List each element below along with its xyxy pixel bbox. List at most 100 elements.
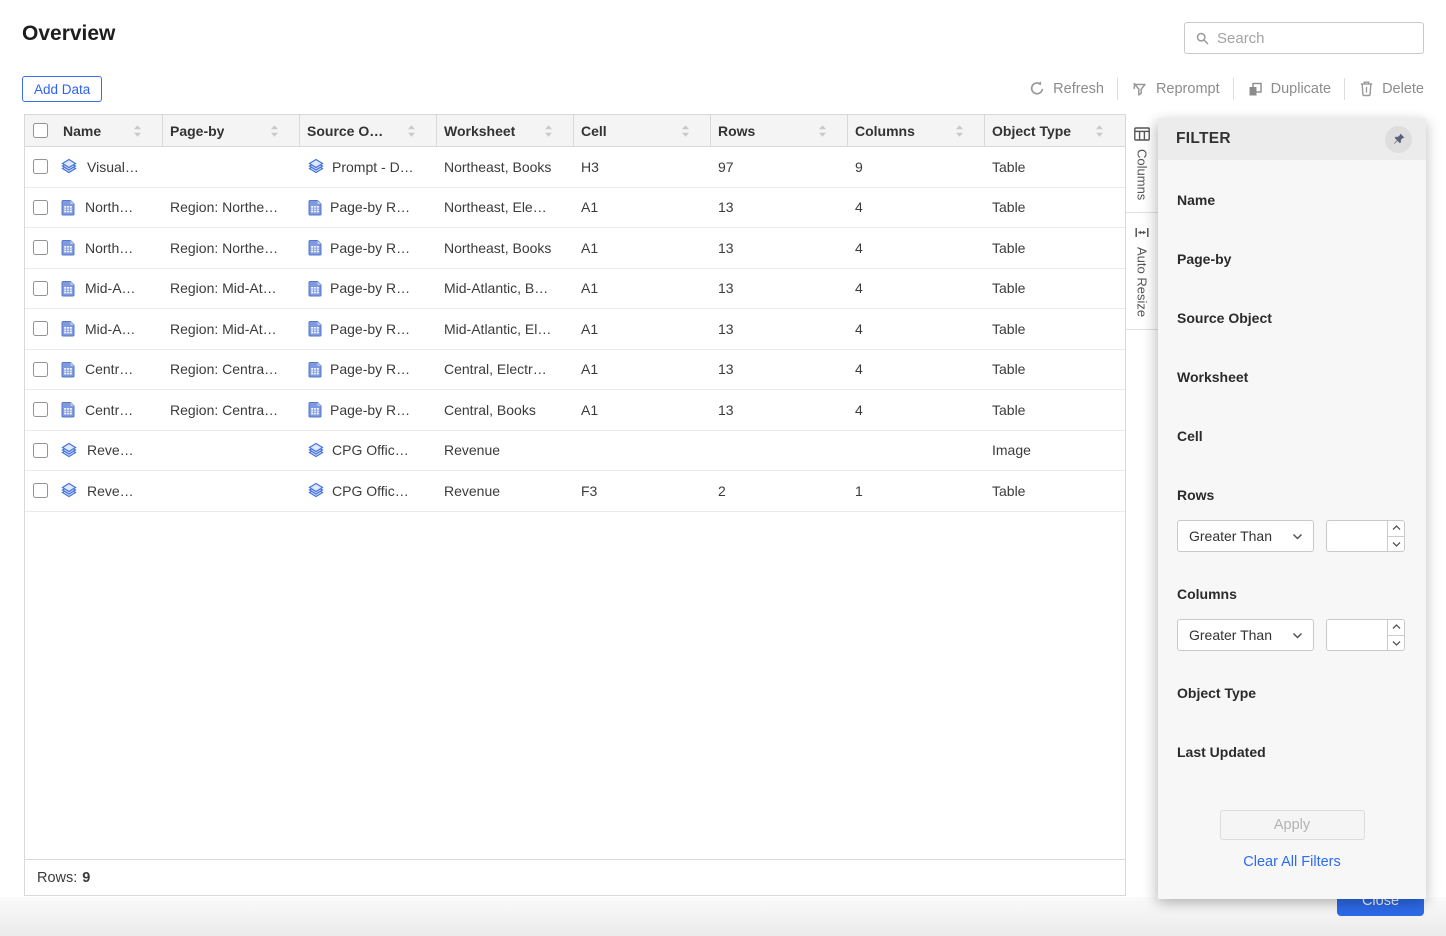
chevron-down-icon <box>1292 533 1303 540</box>
toolbar-separator <box>1233 78 1234 100</box>
search-box[interactable] <box>1184 22 1424 54</box>
side-tab-auto-resize[interactable]: Auto Resize <box>1126 213 1158 330</box>
column-header-source-o[interactable]: Source O… <box>300 115 437 146</box>
column-header-name[interactable]: Name <box>56 115 163 146</box>
pin-button[interactable] <box>1385 126 1412 153</box>
columns-value-spinner <box>1326 619 1405 651</box>
column-header-cell[interactable]: Cell <box>574 115 711 146</box>
rows-spin-down-icon[interactable] <box>1388 537 1404 552</box>
dossier-icon <box>307 442 325 459</box>
dossier-icon <box>60 482 78 499</box>
row-checkbox[interactable] <box>33 281 48 296</box>
filter-section-last-updated[interactable]: Last Updated <box>1177 744 1407 761</box>
cell-name: Mid-A… <box>56 320 163 337</box>
add-data-button[interactable]: Add Data <box>22 76 102 102</box>
row-checkbox[interactable] <box>33 240 48 255</box>
apply-button[interactable]: Apply <box>1220 810 1365 840</box>
row-checkbox[interactable] <box>33 483 48 498</box>
filter-section-object-type[interactable]: Object Type <box>1177 685 1407 702</box>
cell-rows: 13 <box>711 402 848 418</box>
cell-rows-text: 13 <box>718 199 734 215</box>
filter-section-page-by[interactable]: Page-by <box>1177 251 1407 268</box>
cell-cell-text: F3 <box>581 483 597 499</box>
table-row[interactable]: North…Region: Northe…Page-by R…Northeast… <box>25 188 1125 229</box>
reprompt-button[interactable]: Reprompt <box>1131 80 1220 98</box>
columns-value-input[interactable] <box>1327 620 1387 650</box>
columns-spin-up-icon[interactable] <box>1388 620 1404 636</box>
search-input[interactable] <box>1217 30 1416 47</box>
cell-page-by-text: Region: Northe… <box>170 199 278 215</box>
table-row[interactable]: Visual…Prompt - D…Northeast, BooksH3979T… <box>25 147 1125 188</box>
sort-arrows-icon <box>263 124 280 138</box>
sort-arrows-icon <box>126 124 143 138</box>
table-row[interactable]: Reve…CPG Offic…RevenueImage <box>25 431 1125 472</box>
column-header-columns[interactable]: Columns <box>848 115 985 146</box>
row-checkbox[interactable] <box>33 402 48 417</box>
rows-operator-select[interactable]: Greater Than <box>1177 520 1314 552</box>
rows-count-label: Rows: <box>37 870 77 886</box>
cell-worksheet-text: Revenue <box>444 442 500 458</box>
columns-operator-select[interactable]: Greater Than <box>1177 619 1314 651</box>
table-row[interactable]: Reve…CPG Offic…RevenueF321Table <box>25 471 1125 512</box>
column-header-page-by[interactable]: Page-by <box>163 115 300 146</box>
column-header-worksheet[interactable]: Worksheet <box>437 115 574 146</box>
table-row[interactable]: Centr…Region: Centra…Page-by R…Central, … <box>25 390 1125 431</box>
cell-name: Centr… <box>56 401 163 418</box>
cell-name-text: North… <box>85 199 133 215</box>
columns-spin-down-icon[interactable] <box>1388 636 1404 651</box>
table-row[interactable]: Mid-A…Region: Mid-At…Page-by R…Mid-Atlan… <box>25 269 1125 310</box>
cell-columns-text: 9 <box>855 159 863 175</box>
cell-cell: A1 <box>574 402 711 418</box>
cell-columns: 4 <box>848 199 985 215</box>
cell-worksheet: Mid-Atlantic, B… <box>437 280 574 296</box>
row-checkbox[interactable] <box>33 321 48 336</box>
dossier-icon <box>307 158 325 175</box>
column-header-rows[interactable]: Rows <box>711 115 848 146</box>
delete-button[interactable]: Delete <box>1358 80 1424 98</box>
cell-columns-text: 4 <box>855 321 863 337</box>
duplicate-button[interactable]: Duplicate <box>1247 81 1331 98</box>
toolbar-action-label: Refresh <box>1053 81 1104 97</box>
column-header-label: Source O… <box>307 123 383 139</box>
rows-value-input[interactable] <box>1327 521 1387 551</box>
cell-name-text: Visual… <box>87 159 139 175</box>
cell-worksheet-text: Revenue <box>444 483 500 499</box>
table-row[interactable]: Mid-A…Region: Mid-At…Page-by R…Mid-Atlan… <box>25 309 1125 350</box>
filter-section-cell[interactable]: Cell <box>1177 428 1407 445</box>
refresh-icon <box>1028 80 1046 98</box>
cell-name-text: Reve… <box>87 483 134 499</box>
filter-section-name[interactable]: Name <box>1177 192 1407 209</box>
row-checkbox[interactable] <box>33 159 48 174</box>
row-checkbox[interactable] <box>33 362 48 377</box>
cell-object-type-text: Table <box>992 361 1025 377</box>
column-header-object-type[interactable]: Object Type <box>985 115 1125 146</box>
select-all-checkbox[interactable] <box>33 123 48 138</box>
cell-source-object: Page-by R… <box>300 401 437 418</box>
cell-page-by: Region: Centra… <box>163 361 300 377</box>
cell-rows: 13 <box>711 280 848 296</box>
column-header-label: Object Type <box>992 123 1071 139</box>
filter-section-source-object[interactable]: Source Object <box>1177 310 1407 327</box>
grid-report-icon <box>60 361 76 378</box>
cell-worksheet-text: Northeast, Books <box>444 159 551 175</box>
filter-rows-group: Rows Greater Than <box>1177 487 1407 552</box>
table-row[interactable]: North…Region: Northe…Page-by R…Northeast… <box>25 228 1125 269</box>
cell-source-object-text: CPG Offic… <box>332 483 409 499</box>
refresh-button[interactable]: Refresh <box>1028 80 1104 98</box>
side-tab-columns[interactable]: Columns <box>1126 114 1158 213</box>
cell-worksheet: Revenue <box>437 483 574 499</box>
clear-all-filters-link[interactable]: Clear All Filters <box>1177 854 1407 870</box>
cell-worksheet: Revenue <box>437 442 574 458</box>
cell-name: Centr… <box>56 361 163 378</box>
row-checkbox[interactable] <box>33 200 48 215</box>
column-header-label: Cell <box>581 123 607 139</box>
table-row[interactable]: Centr…Region: Centra…Page-by R…Central, … <box>25 350 1125 391</box>
filter-section-worksheet[interactable]: Worksheet <box>1177 369 1407 386</box>
cell-worksheet-text: Mid-Atlantic, El… <box>444 321 551 337</box>
row-checkbox[interactable] <box>33 443 48 458</box>
sort-arrows-icon <box>400 124 417 138</box>
cell-cell-text: A1 <box>581 240 598 256</box>
cell-rows: 13 <box>711 361 848 377</box>
rows-spin-up-icon[interactable] <box>1388 521 1404 537</box>
column-header-label: Columns <box>855 123 915 139</box>
